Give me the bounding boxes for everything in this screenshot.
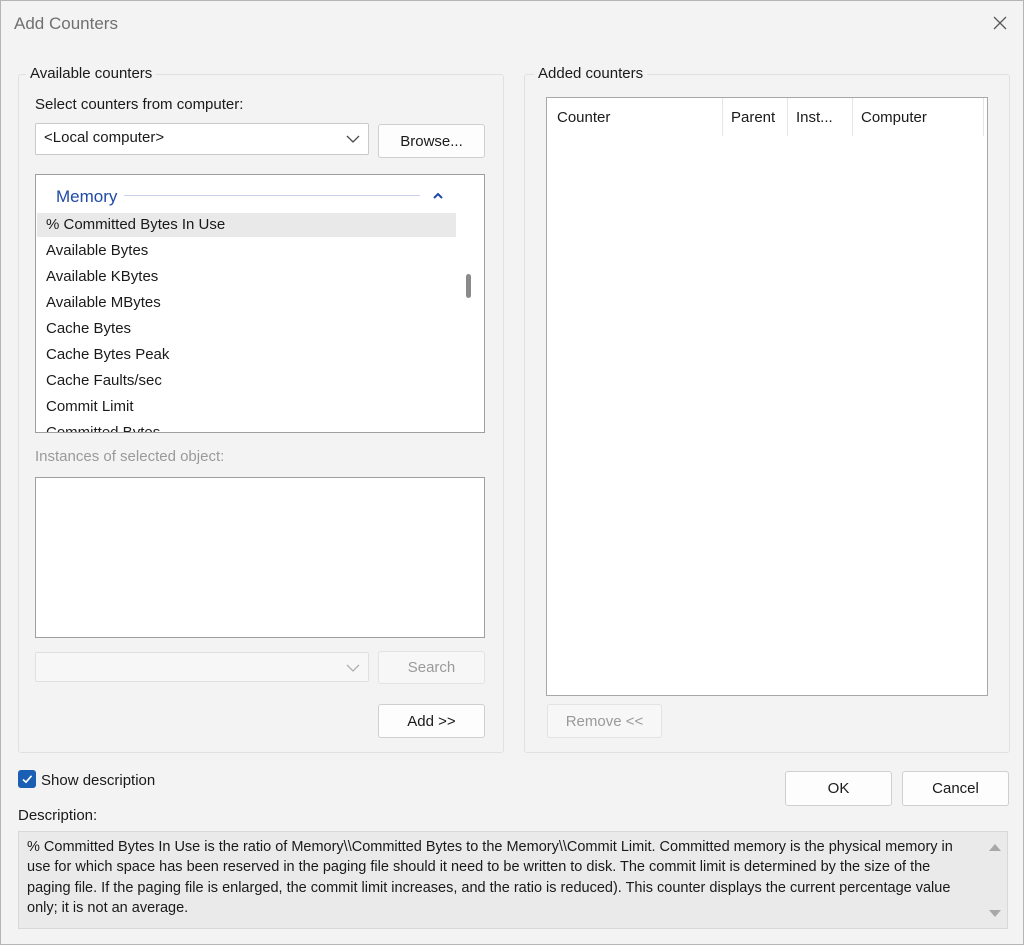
description-text: % Committed Bytes In Use is the ratio of… bbox=[27, 839, 953, 916]
added-counters-table[interactable]: Counter Parent Inst... Computer bbox=[546, 97, 988, 696]
counter-item[interactable]: Available Bytes bbox=[46, 242, 148, 259]
remove-button: Remove << bbox=[547, 704, 662, 738]
counter-item[interactable]: Cache Bytes bbox=[46, 320, 131, 337]
column-divider[interactable] bbox=[983, 98, 984, 136]
description-label: Description: bbox=[18, 807, 98, 824]
chevron-down-icon bbox=[346, 135, 360, 143]
close-icon bbox=[993, 16, 1007, 30]
counter-item[interactable]: Cache Faults/sec bbox=[46, 372, 162, 389]
counter-item[interactable]: Available MBytes bbox=[46, 294, 161, 311]
counters-list[interactable]: Memory % Committed Bytes In Use Availabl… bbox=[35, 174, 485, 433]
add-button[interactable]: Add >> bbox=[378, 704, 485, 738]
search-button: Search bbox=[378, 651, 485, 684]
chevron-down-icon bbox=[346, 664, 360, 672]
column-header-instance[interactable]: Inst... bbox=[786, 98, 852, 136]
counter-item[interactable]: Committed Bytes bbox=[46, 424, 160, 432]
search-dropdown bbox=[35, 652, 369, 682]
cancel-button[interactable]: Cancel bbox=[902, 771, 1009, 806]
add-counters-dialog: Add Counters Available counters Select c… bbox=[0, 0, 1024, 945]
description-box[interactable]: % Committed Bytes In Use is the ratio of… bbox=[18, 831, 1008, 929]
column-header-parent[interactable]: Parent bbox=[721, 98, 787, 136]
category-header-memory[interactable]: Memory bbox=[56, 187, 117, 207]
chevron-up-icon[interactable] bbox=[432, 191, 444, 201]
counter-item[interactable]: % Committed Bytes In Use bbox=[37, 213, 456, 237]
category-divider bbox=[124, 195, 420, 196]
computer-dropdown-value: <Local computer> bbox=[44, 129, 165, 146]
show-description-label[interactable]: Show description bbox=[41, 772, 155, 789]
counter-item[interactable]: Commit Limit bbox=[46, 398, 134, 415]
checkmark-icon bbox=[22, 775, 33, 784]
ok-button[interactable]: OK bbox=[785, 771, 892, 806]
available-counters-label: Available counters bbox=[26, 65, 157, 82]
added-counters-label: Added counters bbox=[534, 65, 648, 82]
close-button[interactable] bbox=[984, 8, 1016, 38]
instances-list[interactable] bbox=[35, 477, 485, 638]
counter-item[interactable]: Available KBytes bbox=[46, 268, 158, 285]
scroll-down-icon[interactable] bbox=[988, 908, 1002, 920]
scroll-up-icon[interactable] bbox=[988, 841, 1002, 853]
column-header-counter[interactable]: Counter bbox=[547, 98, 722, 136]
list-scrollbar-thumb[interactable] bbox=[466, 274, 471, 298]
show-description-checkbox[interactable] bbox=[18, 770, 36, 788]
browse-button[interactable]: Browse... bbox=[378, 124, 485, 158]
select-computer-label: Select counters from computer: bbox=[35, 96, 244, 113]
computer-dropdown[interactable]: <Local computer> bbox=[35, 123, 369, 155]
window-title: Add Counters bbox=[14, 14, 118, 33]
instances-label: Instances of selected object: bbox=[35, 448, 225, 465]
column-header-computer[interactable]: Computer bbox=[851, 98, 983, 136]
counter-item[interactable]: Cache Bytes Peak bbox=[46, 346, 169, 363]
